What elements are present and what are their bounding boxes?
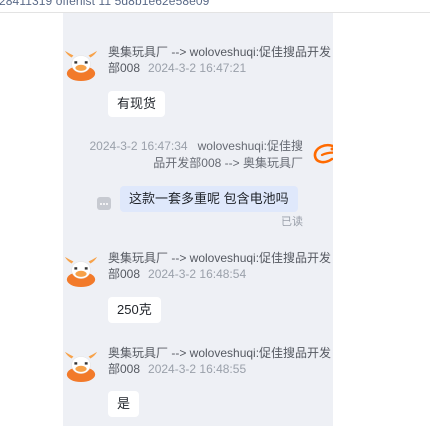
message-time: 2024-3-2 16:48:55 xyxy=(148,362,247,376)
sender-name: 奥集玩具厂 --> woloveshuqi:促佳搜品开发 xyxy=(108,346,332,360)
message-bubble[interactable]: 这款一套多重呢 包含电池吗 xyxy=(120,186,298,212)
cartoon-bull-avatar-icon xyxy=(64,254,98,288)
cartoon-bull-avatar-icon xyxy=(64,48,98,82)
sender-name-cont: 部008 xyxy=(108,362,141,376)
message-time: 2024-3-2 16:47:34 xyxy=(89,139,188,153)
message-time: 2024-3-2 16:48:54 xyxy=(148,267,247,281)
message-header: 奥集玩具厂 --> woloveshuqi:促佳搜品开发 部008 2024-3-… xyxy=(108,250,331,282)
message-header: 2024-3-2 16:47:34 woloveshuqi:促佳搜 品开发部00… xyxy=(90,138,304,172)
window-url-bar: 28411319 offerlist 11 5d8b1e62e58e09 xyxy=(0,0,430,13)
message-bubble[interactable]: 有现货 xyxy=(108,91,166,117)
incoming-message: 奥集玩具厂 --> woloveshuqi:促佳搜品开发 部008 2024-3-… xyxy=(63,341,333,423)
incoming-message: 奥集玩具厂 --> woloveshuqi:促佳搜品开发 部008 2024-3-… xyxy=(63,40,333,122)
chat-history-panel[interactable]: 奥集玩具厂 --> woloveshuqi:促佳搜品开发 部008 2024-3-… xyxy=(63,13,333,426)
message-header: 奥集玩具厂 --> woloveshuqi:促佳搜品开发 部008 2024-3-… xyxy=(108,44,331,76)
incoming-message: 奥集玩具厂 --> woloveshuqi:促佳搜品开发 部008 2024-3-… xyxy=(63,246,333,328)
sender-name: woloveshuqi:促佳搜 xyxy=(197,139,303,153)
message-bubble[interactable]: 是 xyxy=(108,391,140,417)
alibaba-logo-icon xyxy=(313,143,333,164)
url-text: 28411319 offerlist 11 5d8b1e62e58e09 xyxy=(0,0,210,8)
sender-name: 奥集玩具厂 --> woloveshuqi:促佳搜品开发 xyxy=(108,251,332,265)
sender-name-cont: 部008 xyxy=(108,267,141,281)
sender-name-cont: 品开发部008 --> 奥集玩具厂 xyxy=(153,156,303,170)
message-header: 奥集玩具厂 --> woloveshuqi:促佳搜品开发 部008 2024-3-… xyxy=(108,345,331,377)
outgoing-message: 2024-3-2 16:47:34 woloveshuqi:促佳搜 品开发部00… xyxy=(63,136,333,236)
message-bubble[interactable]: 250克 xyxy=(108,297,161,323)
sender-name-cont: 部008 xyxy=(108,61,141,75)
sender-name: 奥集玩具厂 --> woloveshuqi:促佳搜品开发 xyxy=(108,45,332,59)
read-status: 已读 xyxy=(281,216,303,228)
message-time: 2024-3-2 16:47:21 xyxy=(148,61,247,75)
more-options-icon[interactable] xyxy=(97,197,111,210)
cartoon-bull-avatar-icon xyxy=(64,349,98,383)
